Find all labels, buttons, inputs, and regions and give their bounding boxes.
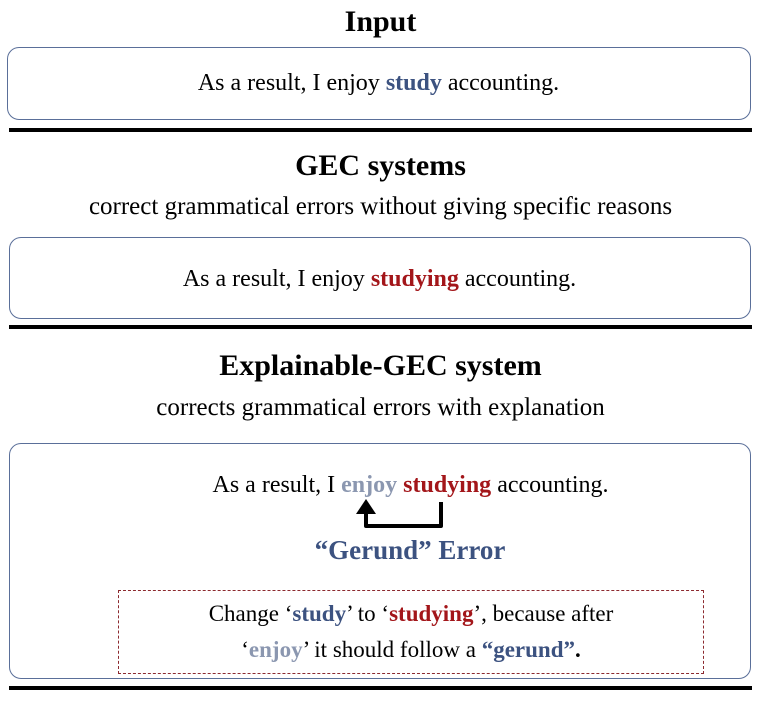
gec-heading: GEC systems xyxy=(295,149,466,182)
explanation-text: ’, because after xyxy=(473,601,614,626)
input-sentence: As a result, I enjoy study accounting. xyxy=(8,68,749,98)
explanation-line-2: ‘enjoy’ it should follow a “gerund”. xyxy=(119,635,703,665)
gec-description: correct grammatical errors without givin… xyxy=(88,193,673,220)
section-divider xyxy=(9,325,752,329)
section-divider xyxy=(9,128,752,132)
explainable-description: corrects grammatical errors with explana… xyxy=(156,394,605,421)
explainable-heading: Explainable-GEC system xyxy=(219,349,542,382)
explanation-text: ‘ xyxy=(241,637,249,662)
gec-sentence-prefix: As a result, I enjoy xyxy=(182,266,371,292)
explanation-period: . xyxy=(574,637,581,662)
explanation-evidence-word: enjoy xyxy=(248,637,303,662)
gec-corrected-word: studying xyxy=(370,266,459,292)
input-box: As a result, I enjoy study accounting. xyxy=(7,47,751,120)
gec-sentence-suffix: accounting. xyxy=(458,266,577,292)
error-type-label: “Gerund” Error xyxy=(314,535,506,565)
explanation-line-1: Change ‘study’ to ‘studying’, because af… xyxy=(119,599,703,629)
explanation-corrected-word: studying xyxy=(389,601,474,626)
input-original-word: study xyxy=(385,70,442,96)
input-heading: Input xyxy=(344,5,417,38)
explanation-gerund-term: “gerund” xyxy=(481,637,575,662)
arrow-head-icon xyxy=(356,499,376,514)
input-sentence-suffix: accounting. xyxy=(441,70,560,96)
explainable-box: As a result, I enjoy studying accounting… xyxy=(9,443,751,679)
gec-box: As a result, I enjoy studying accounting… xyxy=(9,237,751,319)
explanation-text: ’ to ‘ xyxy=(346,601,390,626)
explanation-text: Change ‘ xyxy=(208,601,293,626)
explanation-text: ’ it should follow a xyxy=(302,637,482,662)
gec-sentence: As a result, I enjoy studying accounting… xyxy=(10,264,749,294)
section-divider xyxy=(9,686,752,690)
explanation-box: Change ‘study’ to ‘studying’, because af… xyxy=(118,590,704,674)
explanation-original-word: study xyxy=(292,601,347,626)
input-sentence-prefix: As a result, I enjoy xyxy=(197,70,386,96)
